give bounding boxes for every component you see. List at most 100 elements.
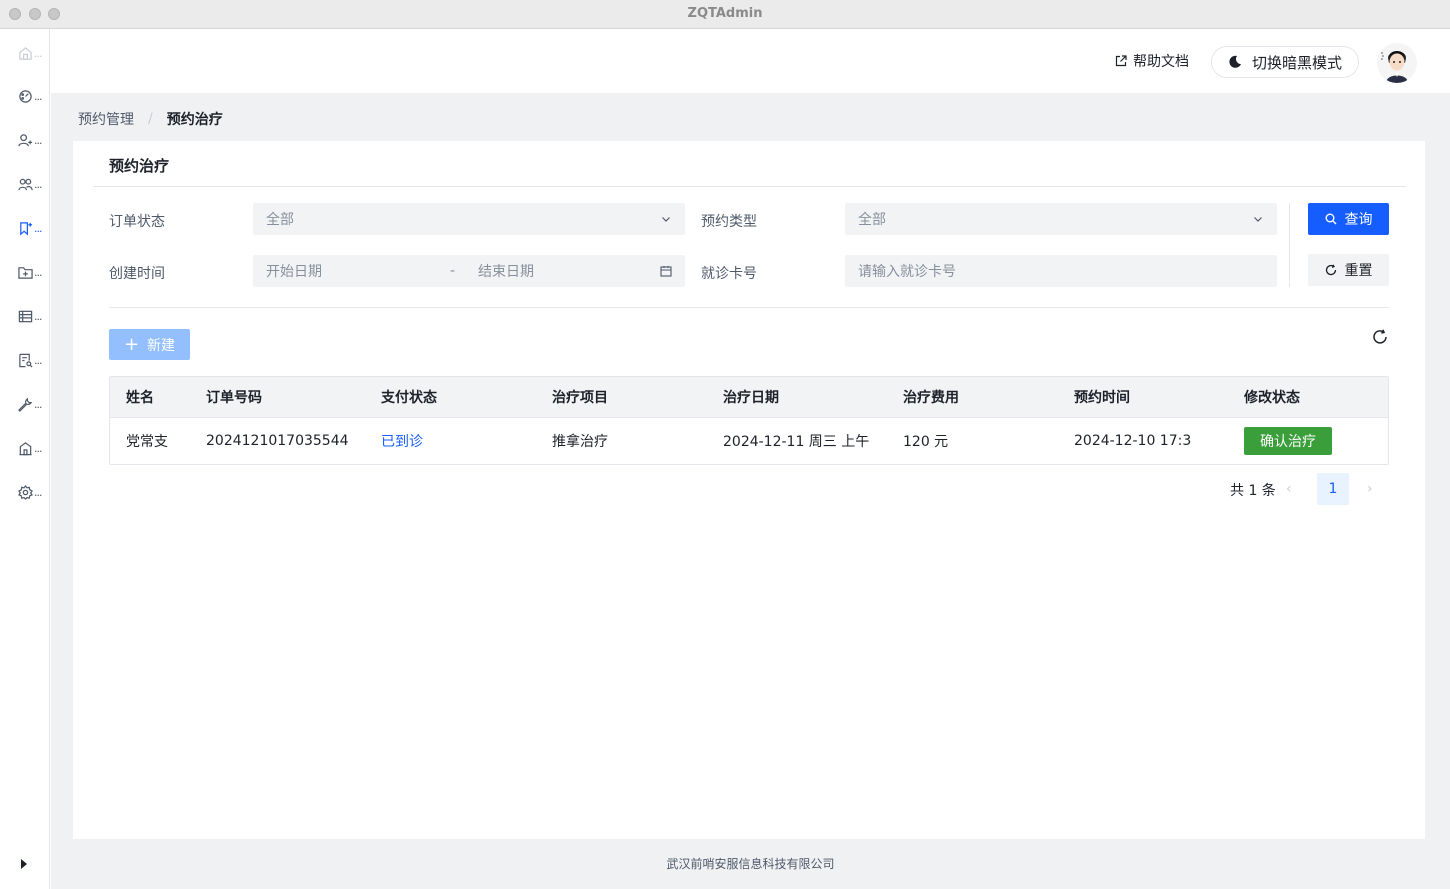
tool-icon <box>18 397 33 412</box>
card-number-label: 就诊卡号 <box>701 266 757 282</box>
new-button[interactable]: + 新建 <box>109 329 190 360</box>
appointment-type-value: 全部 <box>858 212 886 228</box>
sidebar-item-home[interactable]: ... <box>18 43 48 63</box>
sidebar: ... ... ... ... ... ... ... ... ... ... … <box>0 29 50 889</box>
column-header: 治疗项目 <box>552 390 608 406</box>
sidebar-item-dashboard[interactable]: ... <box>18 86 48 106</box>
window-title: ZQTAdmin <box>687 6 763 21</box>
sidebar-item-users[interactable]: ... <box>18 174 48 194</box>
sidebar-item-dots: ... <box>34 353 42 367</box>
avatar-illustration-icon <box>1377 43 1417 83</box>
sidebar-item-dots: ... <box>34 46 42 60</box>
dark-mode-toggle-button[interactable]: 切换暗黑模式 <box>1211 46 1359 78</box>
cell-action: 确认治疗 <box>1244 418 1332 464</box>
sidebar-item-dots: ... <box>34 133 42 147</box>
chevron-down-icon <box>1254 217 1262 222</box>
card-number-input[interactable]: 请输入就诊卡号 <box>845 255 1277 287</box>
filter-vertical-divider <box>1289 203 1290 287</box>
pagination-total: 共 1 条 <box>1230 483 1276 499</box>
pagination-page-1[interactable]: 1 <box>1317 473 1349 505</box>
sidebar-item-dots: ... <box>34 265 42 279</box>
order-status-label: 订单状态 <box>109 214 165 230</box>
sidebar-item-file-search[interactable]: ... <box>18 350 48 370</box>
user-add-icon <box>18 133 33 146</box>
start-date-input[interactable]: 开始日期 <box>266 261 322 281</box>
main-card: 预约治疗 订单状态 全部 预约类型 全部 创建时间 开始日期 - 结束日期 就诊… <box>73 141 1425 839</box>
column-header: 订单号码 <box>206 390 262 406</box>
dark-mode-label: 切换暗黑模式 <box>1251 53 1342 72</box>
external-link-icon <box>1115 55 1127 67</box>
reset-button[interactable]: 重置 <box>1308 254 1389 286</box>
sidebar-item-settings[interactable]: ... <box>18 482 48 502</box>
sidebar-item-dots: ... <box>34 397 42 411</box>
sidebar-item-dots: ... <box>34 89 42 103</box>
cell-order-no: 2024121017035544 <box>206 433 349 449</box>
page-title: 预约治疗 <box>109 157 170 175</box>
user-avatar[interactable] <box>1377 43 1417 83</box>
sidebar-collapse-toggle[interactable] <box>21 859 27 869</box>
confirm-treatment-button[interactable]: 确认治疗 <box>1244 427 1332 455</box>
cell-booked-at: 2024-12-10 17:3 <box>1074 433 1192 449</box>
window-titlebar: ZQTAdmin <box>0 0 1450 29</box>
column-header: 修改状态 <box>1244 390 1300 406</box>
title-divider <box>93 186 1406 187</box>
sidebar-item-dots: ... <box>34 309 42 323</box>
reset-label: 重置 <box>1344 263 1373 279</box>
folder-add-icon <box>18 266 33 279</box>
appointments-table: 姓名 订单号码 支付状态 治疗项目 治疗日期 治疗费用 预约时间 修改状态 党常… <box>109 376 1389 465</box>
query-button[interactable]: 查询 <box>1308 203 1389 235</box>
pagination-prev-icon[interactable]: ‹ <box>1286 481 1292 497</box>
top-header: 帮助文档 切换暗黑模式 <box>51 29 1450 93</box>
sidebar-item-dots: ... <box>34 177 42 191</box>
sidebar-item-dots: ... <box>34 441 42 455</box>
sidebar-item-folder[interactable]: ... <box>18 262 48 282</box>
column-header: 预约时间 <box>1074 390 1130 406</box>
table-header: 姓名 订单号码 支付状态 治疗项目 治疗日期 治疗费用 预约时间 修改状态 <box>110 377 1388 418</box>
table-row: 党常支 2024121017035544 已到诊 推拿治疗 2024-12-11… <box>110 418 1388 464</box>
sidebar-item-appointments[interactable]: ... <box>18 218 48 238</box>
breadcrumb: 预约管理 / 预约治疗 <box>78 109 223 129</box>
sidebar-item-building[interactable]: ... <box>18 438 48 458</box>
cell-fee: 120 元 <box>903 434 949 450</box>
breadcrumb-parent[interactable]: 预约管理 <box>78 109 134 129</box>
footer-company: 武汉前哨安服信息科技有限公司 <box>666 857 835 871</box>
column-header: 治疗费用 <box>903 390 959 406</box>
sidebar-item-user-add[interactable]: ... <box>18 130 48 150</box>
breadcrumb-separator: / <box>148 111 153 127</box>
column-header: 治疗日期 <box>723 390 779 406</box>
chevron-down-icon <box>662 217 670 222</box>
table-icon <box>18 310 33 322</box>
help-docs-link[interactable]: 帮助文档 <box>1115 51 1189 71</box>
refresh-icon[interactable] <box>1372 329 1388 345</box>
date-range-separator: - <box>450 263 456 279</box>
dashboard-icon <box>19 89 32 103</box>
sidebar-item-dots: ... <box>34 221 42 235</box>
bookmark-icon <box>20 221 33 235</box>
settings-icon <box>18 484 33 500</box>
building-icon <box>19 441 32 455</box>
file-search-icon <box>19 353 33 367</box>
created-date-range-picker[interactable]: 开始日期 - 结束日期 <box>253 255 685 287</box>
moon-icon <box>1229 55 1241 68</box>
form-divider <box>109 307 1389 308</box>
pagination-next-icon[interactable]: › <box>1367 481 1373 497</box>
sidebar-item-table[interactable]: ... <box>18 306 48 326</box>
order-status-select[interactable]: 全部 <box>253 203 685 235</box>
search-icon <box>1325 213 1336 225</box>
column-header: 支付状态 <box>381 390 437 406</box>
appointment-type-label: 预约类型 <box>701 214 757 230</box>
cell-item: 推拿治疗 <box>552 434 608 450</box>
breadcrumb-current: 预约治疗 <box>166 112 223 128</box>
sidebar-item-dots: ... <box>34 485 42 499</box>
new-label: 新建 <box>147 337 176 354</box>
reset-icon <box>1325 264 1336 276</box>
cell-date: 2024-12-11 周三 上午 <box>723 434 870 450</box>
created-time-label: 创建时间 <box>109 266 165 282</box>
cell-pay-status: 已到诊 <box>381 434 423 450</box>
order-status-value: 全部 <box>266 212 294 228</box>
card-number-placeholder: 请输入就诊卡号 <box>858 264 956 280</box>
appointment-type-select[interactable]: 全部 <box>845 203 1277 235</box>
sidebar-item-tools[interactable]: ... <box>18 394 48 414</box>
calendar-icon <box>660 266 672 277</box>
end-date-input[interactable]: 结束日期 <box>478 261 534 281</box>
